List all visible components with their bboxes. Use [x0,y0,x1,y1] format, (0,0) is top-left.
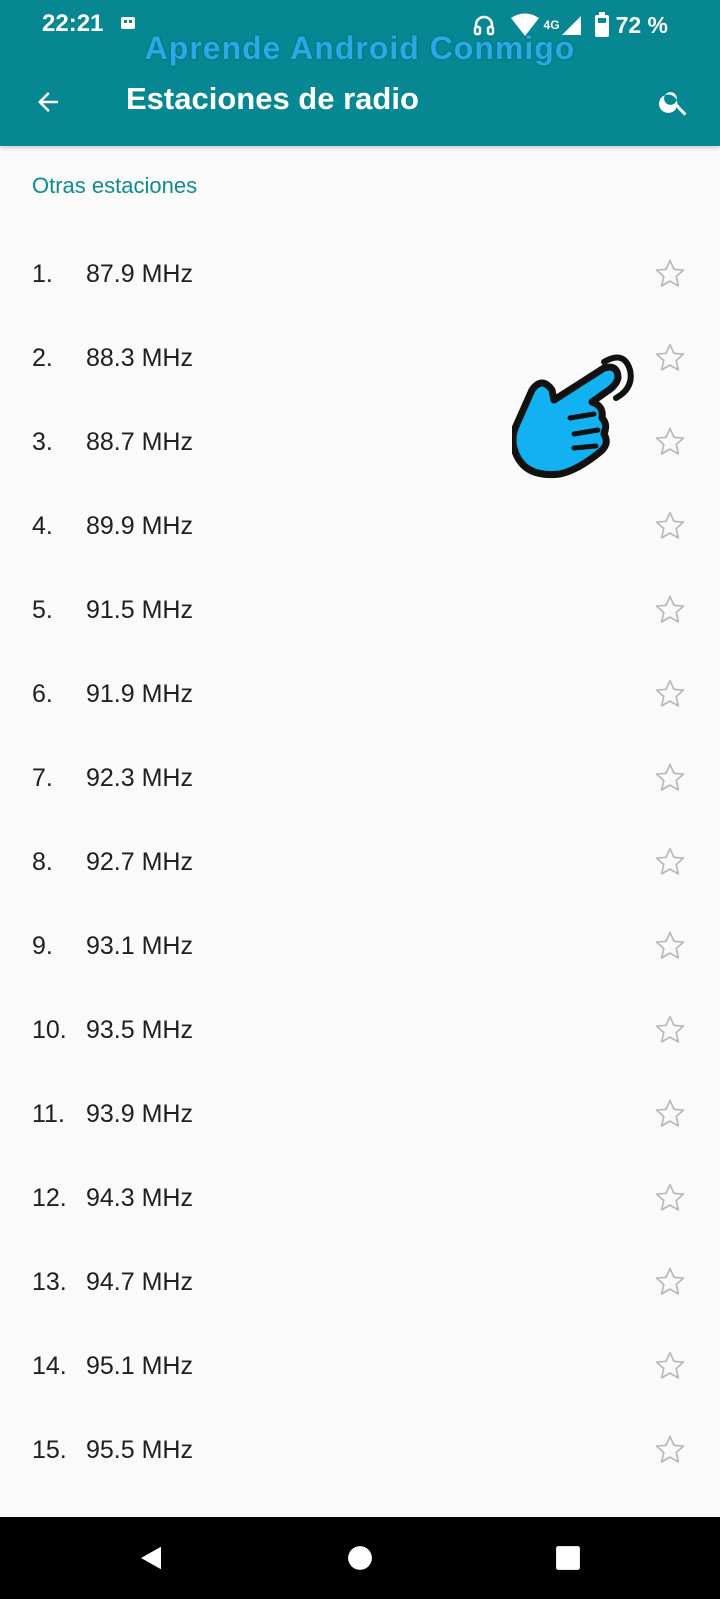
station-frequency: 95.5 MHz [86,1436,193,1464]
station-number: 8. [32,848,53,876]
star-outline-icon [655,259,685,287]
station-row[interactable]: 5. 91.5 MHz [0,568,720,652]
favorite-button[interactable] [650,1094,690,1134]
nav-back-button[interactable] [126,1533,176,1583]
station-row[interactable]: 10. 93.5 MHz [0,988,720,1072]
station-frequency: 92.3 MHz [86,764,193,792]
station-frequency: 93.1 MHz [86,932,193,960]
nav-home-button[interactable] [335,1533,385,1583]
nav-recents-button[interactable] [543,1533,593,1583]
star-outline-icon [655,1267,685,1295]
favorite-button[interactable] [650,590,690,630]
station-row[interactable]: 8. 92.7 MHz [0,820,720,904]
star-outline-icon [655,1183,685,1211]
star-outline-icon [655,679,685,707]
station-number: 11. [32,1100,65,1128]
station-row[interactable]: 15. 95.5 MHz [0,1408,720,1492]
station-number: 9. [32,932,53,960]
station-row[interactable]: 7. 92.3 MHz [0,736,720,820]
station-row[interactable]: 14. 95.1 MHz [0,1324,720,1408]
station-number: 12. [32,1184,67,1212]
star-outline-icon [655,595,685,623]
favorite-button[interactable] [650,1346,690,1386]
section-header: Otras estaciones [32,173,198,198]
star-outline-icon [655,1015,685,1043]
favorite-button[interactable] [650,422,690,462]
station-row[interactable]: 11. 93.9 MHz [0,1072,720,1156]
station-frequency: 93.5 MHz [86,1016,193,1044]
station-number: 7. [32,764,53,792]
pointing-hand-icon [512,354,634,479]
recents-square-icon [556,1546,580,1570]
favorite-button[interactable] [650,1010,690,1050]
star-outline-icon [655,847,685,875]
station-number: 4. [32,512,53,540]
search-icon [659,92,687,116]
station-frequency: 89.9 MHz [86,512,193,540]
star-outline-icon [655,427,685,455]
station-row[interactable]: 4. 89.9 MHz [0,484,720,568]
star-outline-icon [655,1099,685,1127]
station-frequency: 95.1 MHz [86,1352,193,1380]
favorite-button[interactable] [650,842,690,882]
station-frequency: 91.9 MHz [86,680,193,708]
station-number: 5. [32,596,53,624]
app-bar: 22:21 4G 72 % Aprende Android Conmigo Es… [0,0,720,146]
station-row[interactable]: 13. 94.7 MHz [0,1240,720,1324]
station-row[interactable]: 1. 87.9 MHz [0,232,720,316]
search-button[interactable] [646,74,702,130]
back-triangle-icon [141,1546,161,1570]
station-number: 13. [32,1268,67,1296]
star-outline-icon [655,931,685,959]
station-frequency: 91.5 MHz [86,596,193,624]
station-frequency: 92.7 MHz [86,848,193,876]
favorite-button[interactable] [650,506,690,546]
station-frequency: 94.7 MHz [86,1268,193,1296]
station-frequency: 94.3 MHz [86,1184,193,1212]
station-frequency: 87.9 MHz [86,260,193,288]
station-number: 2. [32,344,53,372]
watermark-text: Aprende Android Conmigo [144,30,576,66]
home-circle-icon [348,1546,372,1570]
favorite-button[interactable] [650,254,690,294]
station-number: 10. [32,1016,67,1044]
station-number: 3. [32,428,53,456]
page-title: Estaciones de radio [126,81,419,116]
station-frequency: 93.9 MHz [86,1100,193,1128]
favorite-button[interactable] [650,674,690,714]
favorite-button[interactable] [650,1262,690,1302]
arrow-back-icon [38,92,58,112]
station-number: 14. [32,1352,67,1380]
station-row[interactable]: 9. 93.1 MHz [0,904,720,988]
navigation-bar [0,1517,720,1599]
star-outline-icon [655,1351,685,1379]
favorite-button[interactable] [650,1430,690,1470]
favorite-button[interactable] [650,338,690,378]
star-outline-icon [655,511,685,539]
station-frequency: 88.7 MHz [86,428,193,456]
station-frequency: 88.3 MHz [86,344,193,372]
star-outline-icon [655,763,685,791]
notification-icon [121,17,135,29]
back-button[interactable] [22,76,74,128]
station-number: 15. [32,1436,67,1464]
star-outline-icon [655,1435,685,1463]
favorite-button[interactable] [650,1178,690,1218]
station-row[interactable]: 6. 91.9 MHz [0,652,720,736]
favorite-button[interactable] [650,758,690,798]
station-row[interactable]: 12. 94.3 MHz [0,1156,720,1240]
station-number: 1. [32,260,53,288]
star-outline-icon [655,343,685,371]
station-number: 6. [32,680,53,708]
favorite-button[interactable] [650,926,690,966]
